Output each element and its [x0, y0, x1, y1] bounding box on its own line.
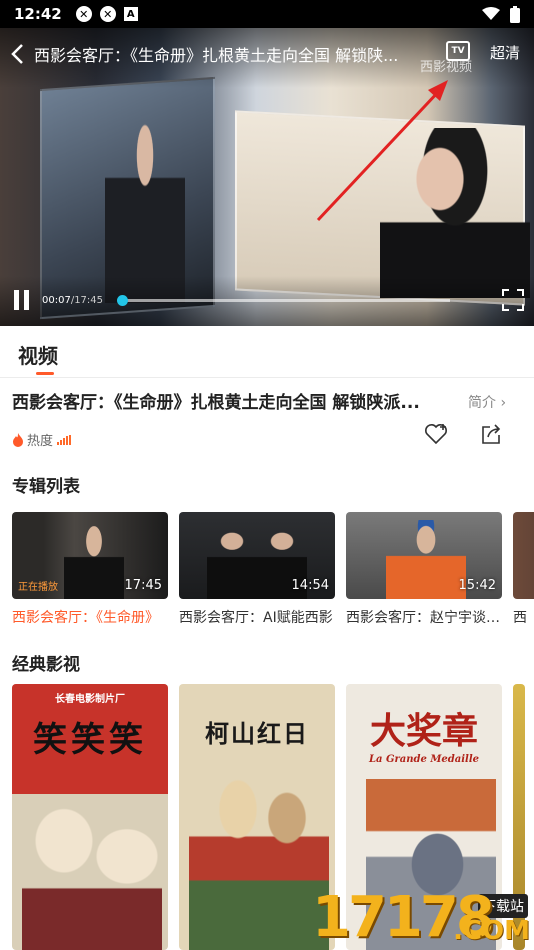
album-list: 正在播放 17:45 西影会客厅：《生命册》 14:54 西影会客厅：AI赋能西… [12, 512, 534, 627]
album-thumbnail [513, 512, 534, 599]
heat-label: 热度 [27, 434, 54, 449]
album-thumbnail: 正在播放 17:45 [12, 512, 168, 599]
poster-card[interactable]: 长春电影制片厂 笑笑笑 [12, 684, 168, 950]
heat-bars-icon [57, 434, 72, 445]
album-card[interactable]: 15:42 西影会客厅：赵宁宇谈电影 [346, 512, 502, 627]
progress-bar[interactable] [117, 295, 450, 306]
wifi-icon [482, 7, 500, 20]
now-playing-badge: 正在播放 [18, 582, 58, 593]
annotation-arrow [316, 80, 448, 222]
classic-heading: 经典影视 [12, 655, 80, 675]
notification-icon: ✕ [75, 6, 92, 22]
player-controls: 00:07 /17:45 [0, 288, 534, 312]
duration-label: 17:45 [124, 578, 162, 593]
quality-button[interactable]: 超清 [490, 42, 520, 63]
poster-subtitle: La Grande Medaille [368, 754, 480, 765]
fullscreen-icon[interactable] [502, 289, 524, 311]
pause-icon[interactable] [14, 290, 34, 310]
time-current: 00:07 [42, 294, 71, 306]
album-heading: 专辑列表 [12, 477, 80, 497]
album-card[interactable]: 正在播放 17:45 西影会客厅：《生命册》 [12, 512, 168, 627]
back-arrow-icon[interactable] [0, 38, 34, 70]
heat-row: 热度 [12, 430, 72, 449]
notification-icon: ✕ [99, 6, 116, 22]
status-bar: 12:42 ✕ ✕ A [0, 0, 534, 28]
album-thumbnail: 14:54 [179, 512, 335, 599]
status-time: 12:42 [14, 5, 62, 23]
tab-bar: 视频 [0, 326, 534, 378]
app-icon: A [123, 7, 138, 21]
battery-icon [510, 5, 520, 23]
duration-label: 15:42 [458, 578, 496, 593]
favorite-icon[interactable] [424, 423, 448, 445]
poster-title: 笑笑笑 [33, 720, 147, 760]
intro-link[interactable]: 简介 › [468, 392, 506, 412]
duration-label: 14:54 [291, 578, 329, 593]
video-player[interactable]: 西影会客厅：《生命册》扎根黄土走向全国 解锁陕... TV 超清 西影视频 00… [0, 28, 534, 326]
poster-subtitle: 长春电影制片厂 [55, 694, 125, 705]
album-card[interactable]: 14:54 西影会客厅：AI赋能西影 [179, 512, 335, 627]
video-title: 西影会客厅：《生命册》扎根黄土走向全国 解锁陕派... [12, 393, 420, 413]
album-title: 西影会客厅：AI赋能西影 [179, 610, 333, 626]
watermark-com: .COM [453, 916, 530, 946]
time-total: /17:45 [70, 294, 104, 306]
player-title: 西影会客厅：《生命册》扎根黄土走向全国 解锁陕... [34, 46, 399, 65]
album-title: 西影会客厅：《生命册》 [12, 610, 159, 626]
share-icon[interactable] [480, 423, 502, 445]
flame-icon [13, 432, 23, 447]
poster-title: 大奖章 [369, 710, 478, 752]
album-thumbnail: 15:42 [346, 512, 502, 599]
album-card[interactable]: 西 [513, 512, 534, 627]
poster-title: 柯山红日 [205, 719, 309, 748]
progress-knob[interactable] [117, 295, 129, 306]
album-title: 西 [513, 610, 527, 626]
video-info: 西影会客厅：《生命册》扎根黄土走向全国 解锁陕派... 简介 › [12, 388, 522, 413]
tab-indicator [36, 372, 54, 375]
tab-video[interactable]: 视频 [18, 340, 58, 369]
album-title: 西影会客厅：赵宁宇谈电影 [346, 610, 502, 626]
site-watermark: 下载站 17178 .COM [312, 885, 534, 950]
